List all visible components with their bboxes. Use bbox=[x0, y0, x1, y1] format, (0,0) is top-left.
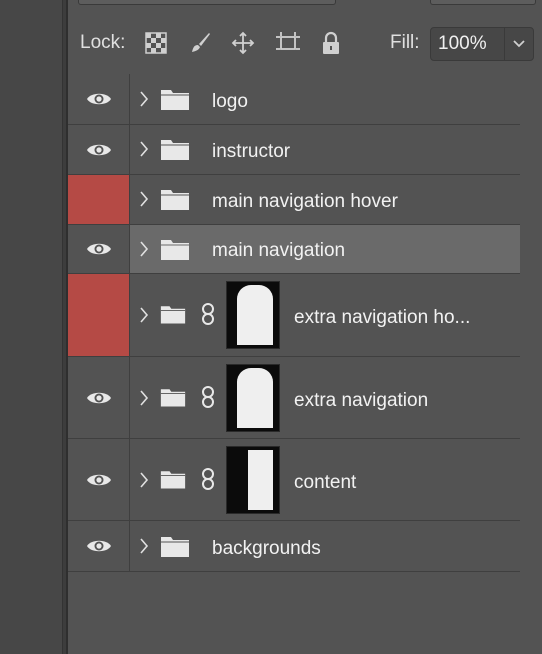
lock-artboard-icon[interactable] bbox=[275, 30, 301, 56]
layer-row[interactable]: extra navigation ho... bbox=[68, 274, 520, 357]
eye-icon bbox=[86, 144, 111, 155]
layer-name[interactable]: backgrounds bbox=[212, 538, 321, 560]
link-chain-icon[interactable] bbox=[200, 385, 216, 409]
chevron-right-icon[interactable] bbox=[138, 470, 150, 490]
chevron-right-icon[interactable] bbox=[138, 239, 150, 259]
folder-icon bbox=[161, 140, 189, 160]
visibility-toggle[interactable] bbox=[68, 521, 130, 571]
fill-value[interactable]: 100% bbox=[438, 33, 487, 55]
eye-icon bbox=[86, 243, 111, 255]
left-gutter bbox=[0, 0, 62, 654]
folder-icon bbox=[160, 389, 186, 407]
fill-divider bbox=[504, 28, 505, 60]
visibility-toggle[interactable] bbox=[68, 357, 130, 438]
layer-row[interactable]: backgrounds bbox=[68, 521, 520, 572]
layer-name[interactable]: content bbox=[294, 472, 356, 494]
lock-image-pixels-icon[interactable] bbox=[187, 30, 213, 56]
eye-icon bbox=[86, 540, 111, 552]
gutter-divider bbox=[62, 0, 63, 654]
visibility-toggle[interactable] bbox=[68, 225, 130, 273]
folder-icon bbox=[160, 306, 186, 324]
layer-name[interactable]: extra navigation bbox=[294, 390, 428, 412]
layer-name[interactable]: instructor bbox=[212, 141, 290, 163]
lock-transparent-pixels-icon[interactable] bbox=[143, 30, 169, 56]
eye-icon bbox=[86, 392, 111, 403]
lock-all-icon[interactable] bbox=[318, 30, 344, 56]
layer-row-selected[interactable]: main navigation bbox=[68, 225, 520, 274]
layer-mask-thumbnail[interactable] bbox=[226, 364, 280, 432]
eye-icon bbox=[86, 474, 111, 485]
folder-icon bbox=[161, 90, 189, 110]
visibility-toggle[interactable] bbox=[68, 274, 130, 356]
layer-row[interactable]: content bbox=[68, 439, 520, 521]
chevron-right-icon[interactable] bbox=[138, 536, 150, 556]
layer-row[interactable]: instructor bbox=[68, 125, 520, 175]
lock-label: Lock: bbox=[80, 32, 126, 53]
eye-icon bbox=[86, 93, 111, 105]
empty-layer-area bbox=[68, 572, 542, 654]
layer-name[interactable]: main navigation bbox=[212, 240, 345, 262]
layer-name[interactable]: logo bbox=[212, 91, 248, 113]
visibility-toggle[interactable] bbox=[68, 439, 130, 520]
fill-input[interactable]: 100% bbox=[430, 27, 534, 61]
link-chain-icon[interactable] bbox=[200, 302, 216, 326]
folder-icon bbox=[161, 537, 189, 557]
visibility-toggle[interactable] bbox=[68, 175, 130, 224]
layer-name[interactable]: main navigation hover bbox=[212, 191, 398, 213]
chevron-right-icon[interactable] bbox=[138, 139, 150, 159]
chevron-right-icon[interactable] bbox=[138, 305, 150, 325]
blend-mode-dropdown-edge[interactable] bbox=[78, 0, 336, 5]
layer-row[interactable]: logo bbox=[68, 74, 520, 125]
link-chain-icon[interactable] bbox=[200, 467, 216, 491]
fill-dropdown-chevron-icon[interactable] bbox=[509, 33, 529, 55]
fill-label: Fill: bbox=[390, 32, 420, 53]
folder-icon bbox=[160, 471, 186, 489]
folder-icon bbox=[161, 190, 189, 210]
visibility-toggle[interactable] bbox=[68, 74, 130, 124]
chevron-right-icon[interactable] bbox=[138, 89, 150, 109]
lock-bar: Lock: Fill: 100% bbox=[68, 20, 542, 66]
layer-row[interactable]: extra navigation bbox=[68, 357, 520, 439]
layer-mask-thumbnail[interactable] bbox=[226, 281, 280, 349]
chevron-right-icon[interactable] bbox=[138, 388, 150, 408]
layer-name[interactable]: extra navigation ho... bbox=[294, 307, 470, 329]
folder-icon bbox=[161, 240, 189, 260]
opacity-field-edge[interactable] bbox=[430, 0, 536, 5]
visibility-toggle[interactable] bbox=[68, 125, 130, 174]
layer-mask-thumbnail[interactable] bbox=[226, 446, 280, 514]
lock-position-icon[interactable] bbox=[230, 30, 256, 56]
layer-row[interactable]: main navigation hover bbox=[68, 175, 520, 225]
chevron-right-icon[interactable] bbox=[138, 189, 150, 209]
